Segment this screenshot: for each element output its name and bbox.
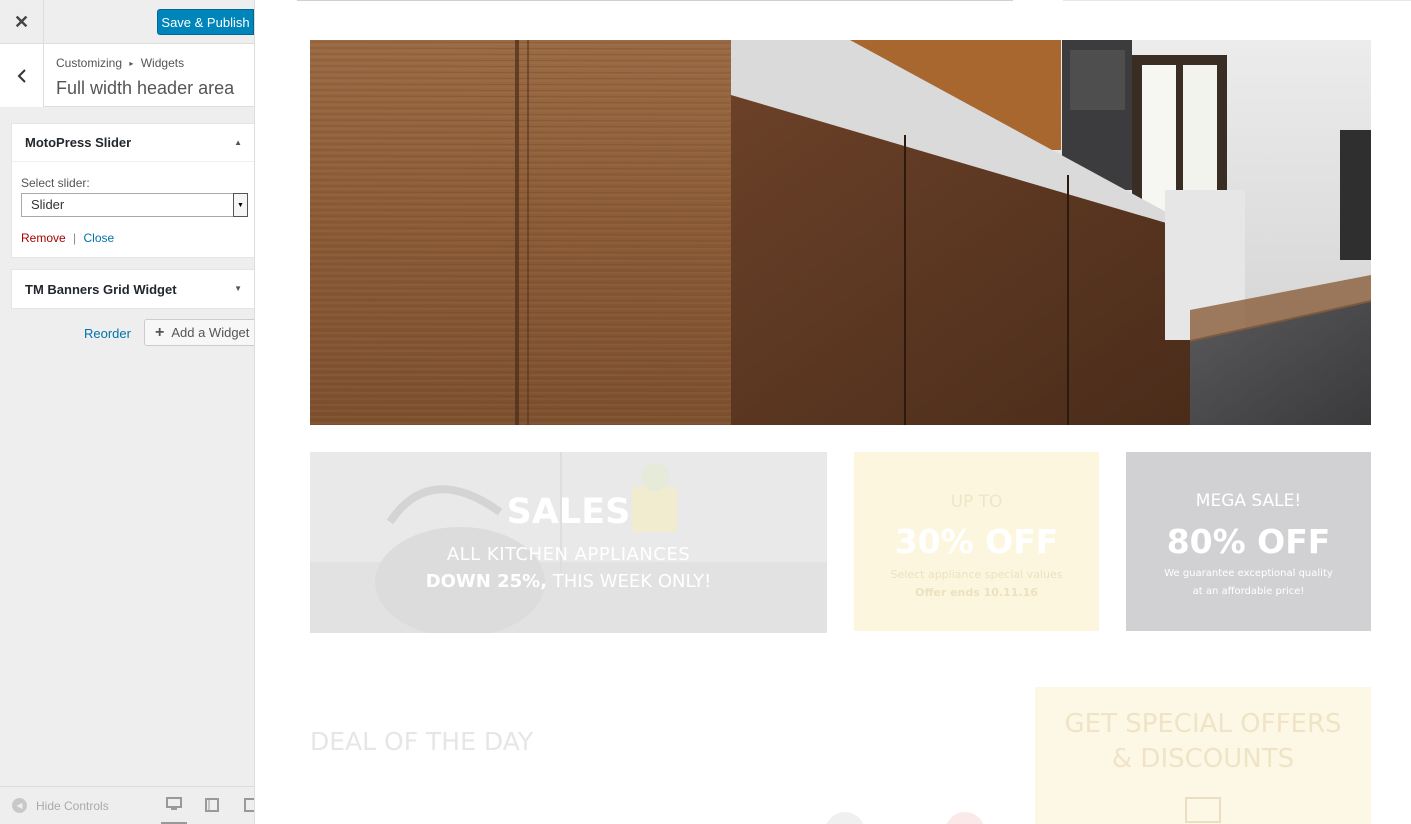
kitchen-photo bbox=[310, 40, 1371, 425]
slider-select[interactable]: Slider ▼ bbox=[21, 193, 248, 217]
collapse-circle-icon: ◀ bbox=[12, 798, 27, 813]
banner-line1: We guarantee exceptional quality bbox=[1164, 568, 1333, 579]
site-preview: SALES ALL KITCHEN APPLIANCES DOWN 25%, T… bbox=[255, 0, 1411, 824]
reorder-link[interactable]: Reorder bbox=[84, 326, 131, 341]
dropdown-arrow-icon[interactable]: ▼ bbox=[233, 193, 248, 217]
expand-arrow-icon[interactable]: ▼ bbox=[234, 284, 242, 293]
widget-footer: Reorder + Add a Widget bbox=[0, 319, 254, 359]
tablet-preview-icon[interactable] bbox=[199, 795, 225, 815]
customizer-footer: ◀ Hide Controls bbox=[0, 786, 254, 824]
widget-title: MotoPress Slider bbox=[25, 135, 132, 150]
product-thumb bbox=[945, 812, 985, 824]
mega-sale-banner[interactable]: MEGA SALE! 80% OFF We guarantee exceptio… bbox=[1126, 452, 1371, 631]
customizer-sidebar: ✕ Save & Publish Customizing ▸ Widgets F… bbox=[0, 0, 255, 824]
banner-line2: at an affordable price! bbox=[1192, 586, 1305, 597]
widget-motopress-slider: MotoPress Slider ▲ Select slider: Slider… bbox=[11, 123, 254, 258]
banner-headline: 80% OFF bbox=[1166, 522, 1331, 561]
header-divider bbox=[1063, 0, 1411, 1]
kettle-photo bbox=[310, 452, 827, 633]
sales-banner[interactable]: SALES ALL KITCHEN APPLIANCES DOWN 25%, T… bbox=[310, 452, 827, 633]
banner-line1: Select appliance special values bbox=[890, 568, 1063, 581]
envelope-icon bbox=[1185, 797, 1221, 823]
add-widget-button[interactable]: + Add a Widget bbox=[144, 319, 254, 346]
section-header: Customizing ▸ Widgets Full width header … bbox=[0, 44, 254, 107]
product-thumb bbox=[825, 812, 865, 824]
section-title: Full width header area bbox=[56, 78, 235, 98]
select-slider-label: Select slider: bbox=[21, 176, 90, 190]
deal-of-the-day-heading: DEAL OF THE DAY bbox=[310, 727, 534, 756]
banner-line2: Offer ends 10.11.16 bbox=[915, 586, 1038, 599]
header-divider bbox=[297, 0, 1013, 1]
breadcrumb-parent: Customizing bbox=[56, 56, 123, 70]
close-link[interactable]: Close bbox=[84, 231, 115, 245]
slider-select-value: Slider bbox=[31, 197, 65, 212]
save-publish-button[interactable]: Save & Publish bbox=[157, 9, 254, 35]
widget-header[interactable]: TM Banners Grid Widget ▼ bbox=[12, 270, 254, 308]
banner-title: SALES bbox=[506, 492, 631, 532]
actions-separator: | bbox=[73, 231, 77, 245]
banner-line2: DOWN 25%, THIS WEEK ONLY! bbox=[310, 571, 827, 592]
widget-body: Select slider: Slider ▼ Remove | Close bbox=[12, 162, 254, 257]
add-widget-label: Add a Widget bbox=[171, 325, 250, 340]
offers-line1: GET SPECIAL OFFERS bbox=[1064, 709, 1342, 739]
hide-controls-button[interactable]: ◀ Hide Controls bbox=[12, 798, 109, 813]
desktop-preview-icon[interactable] bbox=[161, 795, 187, 824]
collapse-arrow-icon[interactable]: ▲ bbox=[234, 138, 242, 147]
widget-header[interactable]: MotoPress Slider ▲ bbox=[12, 124, 254, 162]
back-arrow-icon[interactable] bbox=[0, 44, 44, 107]
banner-headline: 30% OFF bbox=[894, 522, 1059, 561]
widget-title: TM Banners Grid Widget bbox=[25, 281, 177, 297]
banner-pre: UP TO bbox=[950, 492, 1003, 512]
customizer-header: ✕ Save & Publish bbox=[0, 0, 254, 44]
plus-icon: + bbox=[155, 323, 165, 341]
widget-actions: Remove | Close bbox=[21, 231, 245, 245]
widget-tm-banners-grid: TM Banners Grid Widget ▼ bbox=[11, 269, 254, 309]
banner-line2-rest: THIS WEEK ONLY! bbox=[547, 571, 712, 592]
hide-controls-label: Hide Controls bbox=[36, 798, 109, 813]
breadcrumb: Customizing ▸ Widgets bbox=[56, 56, 184, 70]
remove-link[interactable]: Remove bbox=[21, 231, 66, 245]
close-icon[interactable]: ✕ bbox=[0, 0, 44, 44]
offers-line2: & DISCOUNTS bbox=[1111, 744, 1295, 774]
mobile-preview-icon[interactable] bbox=[237, 795, 254, 815]
banner-pre: MEGA SALE! bbox=[1195, 491, 1302, 511]
breadcrumb-separator-icon: ▸ bbox=[129, 59, 134, 68]
special-offers-block[interactable]: GET SPECIAL OFFERS & DISCOUNTS bbox=[1035, 687, 1371, 824]
upto-30-banner[interactable]: UP TO 30% OFF Select appliance special v… bbox=[854, 452, 1099, 631]
header-slider-image[interactable] bbox=[310, 40, 1371, 425]
banner-line2-bold: DOWN 25%, bbox=[425, 571, 548, 592]
banner-line1: ALL KITCHEN APPLIANCES bbox=[446, 544, 691, 565]
breadcrumb-current: Widgets bbox=[140, 56, 185, 70]
